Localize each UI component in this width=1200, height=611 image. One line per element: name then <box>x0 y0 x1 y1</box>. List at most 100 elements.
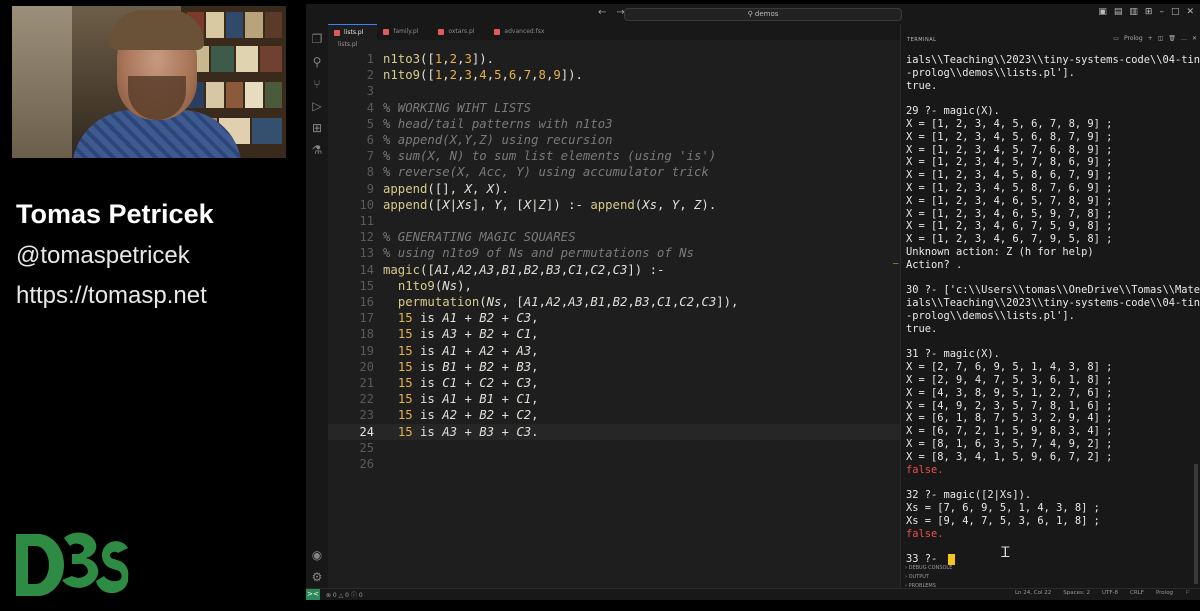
line-number: 1 <box>366 52 374 66</box>
code-line[interactable]: 15 is A3 + B2 + C1, <box>383 327 539 341</box>
panel-section-debug-console[interactable]: › DEBUG CONSOLE <box>905 564 952 573</box>
maximize-button[interactable]: □ <box>1171 7 1180 17</box>
terminal-line: Xs = [7, 6, 9, 5, 1, 4, 3, 8] ; <box>906 502 1100 514</box>
line-number: 13 <box>359 246 374 261</box>
testing-icon[interactable]: ⚗ <box>310 143 324 157</box>
tab-label: family.pl <box>393 28 419 35</box>
terminal-line: true. <box>906 322 938 335</box>
line-number: 23 <box>359 408 374 423</box>
account-icon[interactable]: ◉ <box>310 548 324 562</box>
code-line[interactable]: 15 is A3 + B3 + C3. <box>383 425 539 439</box>
file-type-icon <box>334 30 340 36</box>
terminal-line: X = [1, 2, 3, 4, 6, 5, 9, 7, 8] ; <box>906 207 1113 220</box>
editor-area[interactable]: lists.pl family.pl oxtars.pl advanced.fsx l… <box>328 24 900 588</box>
status-right: Ln 24, Col 22 Spaces: 2 UTF-8 CRLF Prolog ⚐ <box>1015 590 1190 596</box>
tab-family-pl[interactable]: family.pl <box>377 24 432 40</box>
code-line[interactable]: 15 is B1 + B2 + B3, <box>383 360 539 374</box>
problems-status[interactable]: ⊗ 0 △ 0 ⓘ 0 <box>326 590 363 599</box>
presenter-panel: Tomas Petricek @tomaspetricek https://to… <box>0 0 306 611</box>
status-item[interactable]: Ln 24, Col 22 <box>1015 590 1051 596</box>
status-item[interactable]: ⚐ <box>1185 590 1190 596</box>
shell-label[interactable]: Prolog <box>1124 35 1143 42</box>
code-line[interactable]: % append(X,Y,Z) using recursion <box>383 133 613 147</box>
layout-icon[interactable]: ▣ <box>1098 7 1107 17</box>
status-item[interactable]: Spaces: 2 <box>1063 590 1090 596</box>
terminal-line: X = [8, 3, 4, 1, 5, 9, 6, 7, 2] ; <box>906 450 1113 463</box>
code-line[interactable]: append([X|Xs], Y, [X|Z]) :- append(Xs, Y… <box>383 198 716 212</box>
settings-icon[interactable]: ⚙ <box>310 570 324 584</box>
code-line[interactable]: permutation(Ns, [A1,A2,A3,B1,B2,B3,C1,C2… <box>383 295 739 309</box>
code-line[interactable]: % using n1to9 of Ns and permutations of … <box>383 246 694 260</box>
code-line[interactable]: % WORKING WIHT LISTS <box>383 101 531 115</box>
terminal-line: X = [1, 2, 3, 4, 6, 5, 7, 8, 9] ; <box>906 194 1113 207</box>
code-line[interactable]: 15 is A1 + B1 + C1, <box>383 392 539 406</box>
add-terminal-icon[interactable]: + <box>1148 35 1153 42</box>
search-icon[interactable]: ⚲ <box>310 55 324 69</box>
code-line[interactable]: n1to9(Ns), <box>383 279 472 293</box>
panel-toggle-icon[interactable]: ▤ <box>1114 7 1123 17</box>
code-line[interactable]: n1to9([1,2,3,4,5,6,7,8,9]). <box>383 68 583 82</box>
close-button[interactable]: ✕ <box>1186 7 1194 17</box>
terminal-line: X = [2, 9, 4, 7, 5, 3, 6, 1, 8] ; <box>906 374 1113 386</box>
file-type-icon <box>494 29 501 35</box>
line-number: 19 <box>359 343 374 358</box>
line-number: 3 <box>366 84 374 99</box>
terminal-line: -prolog\\demos\\lists.pl']. <box>906 310 1075 322</box>
panel-section-output[interactable]: › OUTPUT <box>905 573 952 582</box>
terminal-scrollbar[interactable] <box>1194 464 1198 584</box>
trash-icon[interactable]: 🗑 <box>1168 35 1176 42</box>
panel-tools: ▭ Prolog + ◫ 🗑 … ✕ <box>1113 35 1197 42</box>
tab-advanced-fsx[interactable]: advanced.fsx <box>488 24 558 40</box>
line-number: 7 <box>366 149 374 164</box>
code-line[interactable]: n1to3([1,2,3]). <box>383 52 494 66</box>
terminal-line: Unknown action: Z (h for help) <box>906 246 1094 258</box>
terminal-line: X = [1, 2, 3, 4, 5, 7, 8, 6, 9] ; <box>906 156 1113 169</box>
more-icon[interactable]: … <box>1181 35 1187 42</box>
grid-icon[interactable]: ⊞ <box>1145 7 1153 17</box>
code-line[interactable]: % sum(X, N) to sum list elements (using … <box>383 149 716 163</box>
terminal-line: 30 ?- ['c:\\Users\\tomas\\OneDrive\\Toma… <box>906 284 1200 297</box>
breadcrumb[interactable]: lists.pl <box>338 41 357 48</box>
minimize-button[interactable]: – <box>1159 7 1164 17</box>
line-number: 6 <box>366 133 374 147</box>
run-debug-icon[interactable]: ▷ <box>310 99 324 113</box>
file-type-icon <box>438 29 445 35</box>
line-number: 9 <box>366 181 374 196</box>
line-number: 11 <box>359 214 374 228</box>
code-line[interactable]: 15 is C1 + C2 + C3, <box>383 376 539 390</box>
command-center-search[interactable]: ⚲ demos <box>624 8 902 21</box>
status-item[interactable]: Prolog <box>1156 590 1173 596</box>
line-number: 18 <box>359 327 374 342</box>
code-line[interactable]: 15 is A2 + B2 + C2, <box>383 408 539 422</box>
code-line[interactable]: append([], X, X). <box>383 182 509 196</box>
back-button[interactable]: ← <box>598 7 606 18</box>
extensions-icon[interactable]: ⊞ <box>310 121 324 135</box>
line-number: 22 <box>359 392 374 407</box>
terminal-line: X = [8, 1, 6, 3, 5, 7, 4, 9, 2] ; <box>906 438 1113 450</box>
terminal-icon: ▭ <box>1113 35 1119 42</box>
code-line[interactable]: % reverse(X, Acc, Y) using accumulator t… <box>383 165 709 179</box>
panel-title[interactable]: TERMINAL <box>907 37 936 43</box>
line-number: 21 <box>359 376 374 390</box>
code-line[interactable]: % GENERATING MAGIC SQUARES <box>383 230 576 244</box>
line-number: 16 <box>359 295 374 309</box>
source-control-icon[interactable]: ⑂ <box>310 77 324 91</box>
code-line[interactable]: 15 is A1 + B2 + C3, <box>383 311 539 325</box>
split-icon[interactable]: ◫ <box>1158 35 1164 42</box>
presenter-url: https://tomasp.net <box>16 282 207 309</box>
line-number: 2 <box>366 68 374 83</box>
remote-button[interactable]: >< <box>306 589 320 600</box>
status-item[interactable]: CRLF <box>1130 590 1144 596</box>
tab-lists-pl[interactable]: lists.pl <box>328 24 378 40</box>
code-line[interactable]: 15 is A1 + A2 + A3, <box>383 344 539 358</box>
command-decoration-icon[interactable]: — <box>893 259 898 269</box>
files-icon[interactable]: ❐ <box>310 32 324 46</box>
title-bar: ← → ⚲ demos ▣ ▤ ▥ ⊞ – □ ✕ <box>306 4 1200 24</box>
code-line[interactable]: % head/tail patterns with n1to3 <box>383 117 613 131</box>
tab-oxtars-pl[interactable]: oxtars.pl <box>432 24 488 40</box>
status-item[interactable]: UTF-8 <box>1102 590 1118 596</box>
line-number: 10 <box>359 197 374 212</box>
sidebar-toggle-icon[interactable]: ▥ <box>1129 7 1138 17</box>
close-panel-icon[interactable]: ✕ <box>1192 35 1197 42</box>
code-line[interactable]: magic([A1,A2,A3,B1,B2,B3,C1,C2,C3]) :- <box>383 263 664 277</box>
